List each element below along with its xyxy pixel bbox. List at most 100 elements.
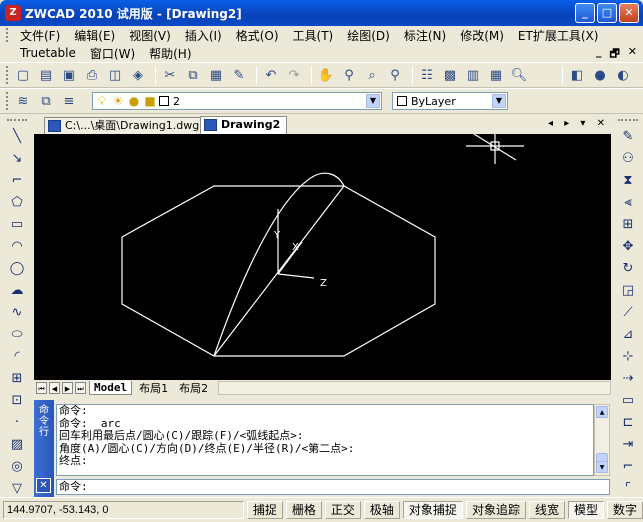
extend-icon[interactable]: ⇢ (617, 368, 639, 388)
menu-format[interactable]: 格式(O) (229, 27, 286, 44)
horizontal-scrollbar[interactable] (218, 381, 611, 395)
3d-box-icon[interactable]: ◧ (567, 65, 587, 85)
move-icon[interactable]: ✥ (617, 236, 639, 256)
otrack-toggle[interactable]: 对象追踪 (465, 501, 526, 519)
print-icon[interactable]: ⎙ (82, 65, 102, 85)
cut-icon[interactable]: ✂ (160, 65, 180, 85)
erase-icon[interactable]: ✎ (617, 126, 639, 146)
publish-icon[interactable]: ◈ (128, 65, 148, 85)
explode-icon[interactable]: ⌜ (617, 478, 639, 498)
zoom-previous-icon[interactable]: ⚲ (385, 65, 405, 85)
open-file-icon[interactable]: ▤ (36, 65, 56, 85)
region-icon[interactable]: ◎ (6, 456, 28, 476)
zoom-realtime-icon[interactable]: ⚲ (339, 65, 359, 85)
snap-toggle[interactable]: 捕捉 (246, 501, 283, 519)
calculator-icon[interactable]: ▦ (486, 65, 506, 85)
make-block-icon[interactable]: ⊡ (6, 390, 28, 410)
polyline-icon[interactable]: ⌐ (6, 170, 28, 190)
polygon-icon[interactable]: ⬠ (6, 192, 28, 212)
minimize-button[interactable]: _ (575, 3, 595, 23)
polar-toggle[interactable]: 极轴 (363, 501, 400, 519)
toolbar-grip[interactable] (7, 119, 27, 122)
shade-icon[interactable]: ● (590, 65, 610, 85)
lineweight-toggle[interactable]: 线宽 (528, 501, 565, 519)
make-layer-current-icon[interactable]: ⧉ (36, 91, 56, 111)
next-tab-icon[interactable]: ▶ (62, 382, 73, 394)
menu-grip[interactable] (6, 28, 9, 42)
drawing-canvas[interactable]: Y X Z (34, 133, 611, 380)
save-icon[interactable]: ▣ (59, 65, 79, 85)
first-tab-icon[interactable]: ⏮ (36, 382, 47, 394)
scroll-down-icon[interactable]: ▼ (596, 461, 608, 473)
layer-previous-icon[interactable]: ≡ (59, 91, 79, 111)
rectangle-icon[interactable]: ▭ (6, 214, 28, 234)
grid-toggle[interactable]: 栅格 (285, 501, 322, 519)
menu-help[interactable]: 帮助(H) (142, 45, 198, 62)
arc-icon[interactable]: ◠ (6, 236, 28, 256)
insert-block-icon[interactable]: ⊞ (6, 368, 28, 388)
spline-icon[interactable]: ∿ (6, 302, 28, 322)
layer-dropdown[interactable]: 💡︎ ☀ ● ■ 2 ▼ (92, 92, 382, 110)
toolbar-grip[interactable] (6, 66, 9, 84)
chevron-down-icon[interactable]: ▼ (366, 94, 380, 108)
break-icon[interactable]: ▭ (617, 390, 639, 410)
scale-icon[interactable]: ◲ (617, 280, 639, 300)
command-input[interactable]: 命令: (56, 479, 610, 495)
array-icon[interactable]: ⊞ (617, 214, 639, 234)
zwcad-app-icon[interactable]: Z (5, 5, 21, 21)
rotate-icon[interactable]: ↻ (617, 258, 639, 278)
command-window-titlebar[interactable]: 命令行 ✕ (34, 400, 54, 497)
point-icon[interactable]: · (6, 412, 28, 432)
zoom-window-icon[interactable]: ⌕ (362, 65, 382, 85)
lengthen-icon[interactable]: ⊿ (617, 324, 639, 344)
tab-drawing2[interactable]: Drawing2 (200, 116, 288, 134)
ellipse-icon[interactable]: ⬭ (6, 324, 28, 344)
match-properties-icon[interactable]: ✎ (229, 65, 249, 85)
close-button[interactable]: ✕ (619, 3, 639, 23)
properties-icon[interactable]: ☷ (417, 65, 437, 85)
fillet-icon[interactable]: ⌐ (617, 456, 639, 476)
find-icon[interactable]: 🔍︎ (509, 65, 529, 85)
hatch-icon[interactable]: ▨ (6, 434, 28, 454)
tab-model[interactable]: Model (89, 381, 133, 395)
menu-modify[interactable]: 修改(M) (453, 27, 511, 44)
tool-palettes-icon[interactable]: ▥ (463, 65, 483, 85)
menu-edit[interactable]: 编辑(E) (67, 27, 122, 44)
menu-insert[interactable]: 插入(I) (178, 27, 229, 44)
menu-tools[interactable]: 工具(T) (286, 27, 341, 44)
prev-tab-icon[interactable]: ◀ (49, 382, 60, 394)
design-center-icon[interactable]: ▩ (440, 65, 460, 85)
scroll-up-icon[interactable]: ▲ (596, 406, 608, 418)
line-icon[interactable]: ╲ (6, 126, 28, 146)
menu-file[interactable]: 文件(F) (13, 27, 67, 44)
pan-icon[interactable]: ✋ (316, 65, 336, 85)
paste-icon[interactable]: ▦ (206, 65, 226, 85)
color-dropdown[interactable]: ByLayer ▼ (392, 92, 508, 110)
menu-truetable[interactable]: Truetable (0, 46, 83, 60)
wipeout-icon[interactable]: ▽ (6, 478, 28, 498)
chevron-down-icon[interactable]: ▼ (492, 94, 506, 108)
revision-cloud-icon[interactable]: ☁ (6, 280, 28, 300)
circle-icon[interactable]: ◯ (6, 258, 28, 278)
menu-view[interactable]: 视图(V) (122, 27, 178, 44)
osnap-toggle[interactable]: 对象捕捉 (402, 501, 463, 519)
toolbar-grip[interactable] (6, 92, 9, 110)
ray-icon[interactable]: ↘ (6, 148, 28, 168)
render-icon[interactable]: ◐ (613, 65, 633, 85)
tab-layout1[interactable]: 布局1 (135, 380, 172, 396)
last-tab-icon[interactable]: ⏭ (75, 382, 86, 394)
tab-navigation-buttons[interactable]: ◂ ▸ ▾ ✕ (548, 118, 609, 129)
join-icon[interactable]: ⊏ (617, 412, 639, 432)
menu-et-tools[interactable]: ET扩展工具(X) (511, 27, 606, 44)
model-toggle[interactable]: 模型 (567, 501, 604, 519)
maximize-button[interactable]: □ (597, 3, 617, 23)
toolbar-grip[interactable] (618, 119, 638, 122)
stretch-icon[interactable]: ⟋ (617, 302, 639, 322)
trim-icon[interactable]: ⊹ (617, 346, 639, 366)
copy-object-icon[interactable]: ⚇ (617, 148, 639, 168)
command-scrollbar[interactable]: ▲ ▼ (594, 404, 610, 476)
redo-icon[interactable]: ↷ (284, 65, 304, 85)
menu-draw[interactable]: 绘图(D) (340, 27, 397, 44)
chamfer-icon[interactable]: ⇥ (617, 434, 639, 454)
ortho-toggle[interactable]: 正交 (324, 501, 361, 519)
